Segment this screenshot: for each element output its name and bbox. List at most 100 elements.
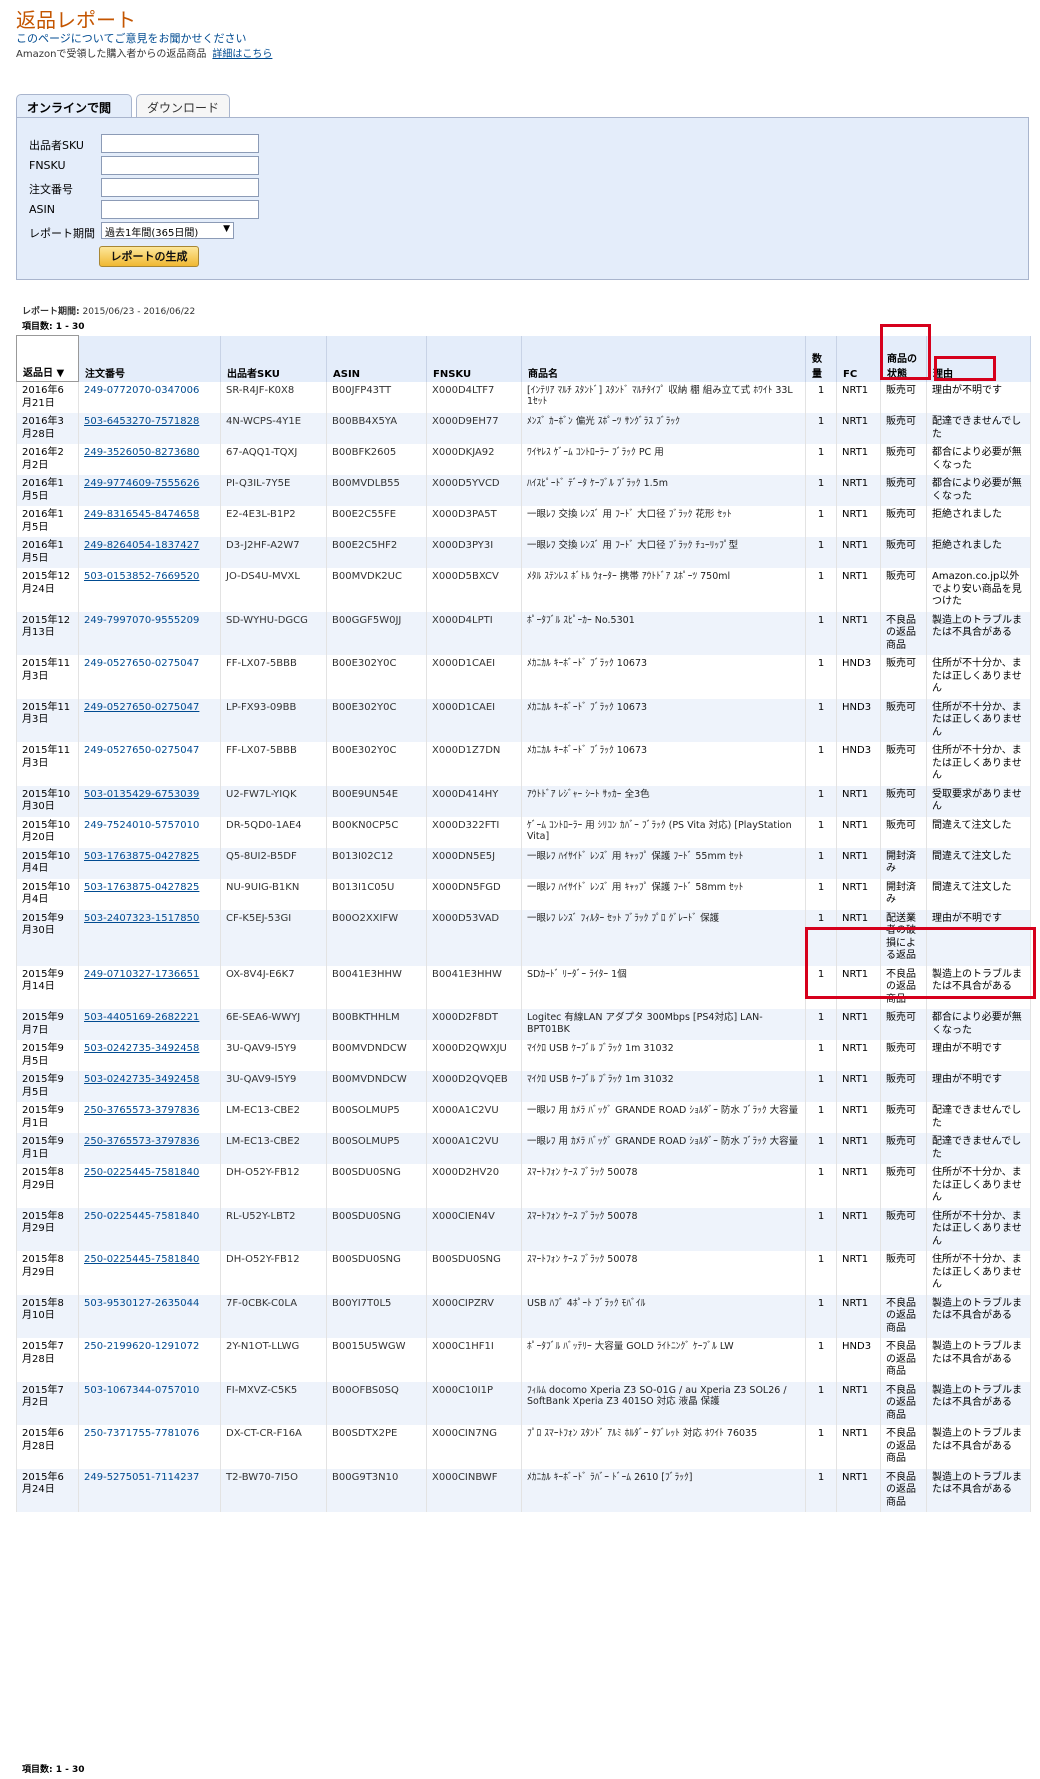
cell-condition: 不良品の返品商品 bbox=[880, 1381, 927, 1425]
cell-condition: 販売可 bbox=[880, 1207, 927, 1251]
cell-quantity: 1 bbox=[805, 1338, 837, 1382]
cell-order-id[interactable]: 503-0135429-6753039 bbox=[78, 785, 221, 817]
cell-asin: B00BFK2605 bbox=[326, 444, 427, 475]
cell-reason: 住所が不十分か、または正しくありません bbox=[926, 698, 1031, 742]
cell-seller-sku: 4N-WCPS-4Y1E bbox=[220, 413, 327, 444]
col-header-condition[interactable]: 商品の状態 bbox=[880, 335, 927, 382]
cell-fnsku: X000D2F8DT bbox=[426, 1009, 522, 1040]
cell-order-id[interactable]: 250-7371755-7781076 bbox=[78, 1425, 221, 1469]
cell-order-id[interactable]: 503-0153852-7669520 bbox=[78, 568, 221, 612]
cell-order-id[interactable]: 249-0527650-0275047 bbox=[78, 698, 221, 742]
cell-order-id[interactable]: 249-7524010-5757010 bbox=[78, 816, 221, 848]
fnsku-input[interactable] bbox=[101, 156, 259, 175]
cell-fnsku: X000D5BXCV bbox=[426, 568, 522, 612]
cell-order-id[interactable]: 503-1763875-0427825 bbox=[78, 878, 221, 910]
cell-return-date: 2015年8月29日 bbox=[16, 1251, 79, 1295]
cell-order-id[interactable]: 249-0772070-0347006 bbox=[78, 381, 221, 413]
col-header-seller-sku[interactable]: 出品者SKU bbox=[220, 335, 327, 382]
table-row: 2016年2月2日 249-3526050-8273680 67-AQQ1-TQXJ… bbox=[16, 444, 1031, 475]
cell-order-id[interactable]: 250-3765573-3797836 bbox=[78, 1133, 221, 1164]
cell-order-id[interactable]: 503-6453270-7571828 bbox=[78, 413, 221, 444]
report-period-select[interactable]: 過去1年間(365日間) ▼ bbox=[101, 222, 234, 239]
cell-order-id[interactable]: 249-5275051-7114237 bbox=[78, 1468, 221, 1512]
cell-product-name: SDｶｰﾄﾞ ﾘｰﾀﾞｰ ﾗｲﾀｰ 1個 bbox=[521, 965, 806, 1009]
cell-order-id[interactable]: 503-1763875-0427825 bbox=[78, 847, 221, 879]
cell-reason: 製造上のトラブルまたは不具合がある bbox=[926, 1294, 1031, 1338]
cell-order-id[interactable]: 250-0225445-7581840 bbox=[78, 1207, 221, 1251]
cell-order-id[interactable]: 249-9774609-7555626 bbox=[78, 475, 221, 506]
cell-product-name: 一眼ﾚﾌ 用 ｶﾒﾗ ﾊﾞｯｸﾞ GRANDE ROAD ｼｮﾙﾀﾞｰ 防水 ﾌ… bbox=[521, 1133, 806, 1164]
col-header-fc[interactable]: FC bbox=[836, 335, 881, 382]
table-row: 2015年9月1日 250-3765573-3797836 LM-EC13-CBE2… bbox=[16, 1133, 1031, 1164]
col-header-quantity[interactable]: 数量 bbox=[805, 335, 837, 382]
cell-condition: 販売可 bbox=[880, 506, 927, 537]
table-row: 2015年11月3日 249-0527650-0275047 FF-LX07-5BB… bbox=[16, 742, 1031, 786]
cell-asin: B00O2XXIFW bbox=[326, 909, 427, 966]
cell-seller-sku: 3U-QAV9-I5Y9 bbox=[220, 1040, 327, 1071]
cell-order-id[interactable]: 503-0242735-3492458 bbox=[78, 1040, 221, 1071]
col-header-reason[interactable]: 理由 bbox=[926, 335, 1031, 382]
cell-asin: B00SDU0SNG bbox=[326, 1164, 427, 1208]
cell-reason: 理由が不明です bbox=[926, 909, 1031, 966]
cell-order-id[interactable]: 250-0225445-7581840 bbox=[78, 1164, 221, 1208]
cell-asin: B013I1C05U bbox=[326, 878, 427, 910]
cell-condition: 不良品の返品商品 bbox=[880, 1468, 927, 1512]
cell-quantity: 1 bbox=[805, 698, 837, 742]
col-header-product-name[interactable]: 商品名 bbox=[521, 335, 806, 382]
cell-order-id[interactable]: 250-2199620-1291072 bbox=[78, 1338, 221, 1382]
table-row: 2015年7月2日 503-1067344-0757010 FI-MXVZ-C5K5… bbox=[16, 1381, 1031, 1425]
cell-return-date: 2015年8月29日 bbox=[16, 1164, 79, 1208]
col-header-fnsku[interactable]: FNSKU bbox=[426, 335, 522, 382]
cell-order-id[interactable]: 250-3765573-3797836 bbox=[78, 1102, 221, 1133]
table-row: 2015年10月4日 503-1763875-0427825 Q5-8UI2-B5D… bbox=[16, 847, 1031, 879]
report-period-info-label: レポート期間: bbox=[22, 307, 80, 317]
cell-reason: Amazon.co.jp以外でより安い商品を見つけた bbox=[926, 568, 1031, 612]
cell-order-id[interactable]: 249-3526050-8273680 bbox=[78, 444, 221, 475]
col-header-order-id[interactable]: 注文番号 bbox=[78, 335, 221, 382]
cell-seller-sku: RL-U52Y-LBT2 bbox=[220, 1207, 327, 1251]
cell-reason: 拒絶されました bbox=[926, 506, 1031, 537]
cell-fnsku: X000A1C2VU bbox=[426, 1133, 522, 1164]
tab-download[interactable]: ダウンロード bbox=[136, 94, 230, 118]
cell-return-date: 2015年7月28日 bbox=[16, 1338, 79, 1382]
cell-asin: B00SOLMUP5 bbox=[326, 1133, 427, 1164]
cell-order-id[interactable]: 249-8264054-1837427 bbox=[78, 537, 221, 568]
cell-order-id[interactable]: 503-1067344-0757010 bbox=[78, 1381, 221, 1425]
cell-quantity: 1 bbox=[805, 909, 837, 966]
cell-quantity: 1 bbox=[805, 847, 837, 879]
cell-fc: HND3 bbox=[836, 742, 881, 786]
feedback-link[interactable]: このページについてご意見をお聞かせください bbox=[16, 30, 246, 46]
table-row: 2015年10月4日 503-1763875-0427825 NU-9UIG-B1K… bbox=[16, 878, 1031, 910]
table-row: 2015年9月5日 503-0242735-3492458 3U-QAV9-I5Y9… bbox=[16, 1040, 1031, 1071]
cell-order-id[interactable]: 250-0225445-7581840 bbox=[78, 1251, 221, 1295]
cell-reason: 間違えて注文した bbox=[926, 878, 1031, 910]
col-header-return-date[interactable]: 返品日 ▼ bbox=[16, 335, 79, 382]
table-row: 2015年8月29日 250-0225445-7581840 DH-O52Y-FB1… bbox=[16, 1251, 1031, 1295]
cell-fc: NRT1 bbox=[836, 1164, 881, 1208]
col-header-asin[interactable]: ASIN bbox=[326, 335, 427, 382]
cell-order-id[interactable]: 249-7997070-9555209 bbox=[78, 611, 221, 655]
cell-asin: B013I02C12 bbox=[326, 847, 427, 879]
seller-sku-input[interactable] bbox=[101, 134, 259, 153]
order-id-input[interactable] bbox=[101, 178, 259, 197]
asin-input[interactable] bbox=[101, 200, 259, 219]
description-text: Amazonで受領した購入者からの返品商品 bbox=[16, 49, 207, 60]
generate-report-button[interactable]: レポートの生成 bbox=[99, 246, 199, 267]
cell-fnsku: B0041E3HHW bbox=[426, 965, 522, 1009]
cell-order-id[interactable]: 503-9530127-2635044 bbox=[78, 1294, 221, 1338]
cell-return-date: 2015年9月5日 bbox=[16, 1040, 79, 1071]
cell-fc: NRT1 bbox=[836, 444, 881, 475]
cell-order-id[interactable]: 249-0527650-0275047 bbox=[78, 742, 221, 786]
cell-order-id[interactable]: 503-4405169-2682221 bbox=[78, 1009, 221, 1040]
cell-return-date: 2015年12月24日 bbox=[16, 568, 79, 612]
cell-order-id[interactable]: 503-0242735-3492458 bbox=[78, 1071, 221, 1102]
cell-order-id[interactable]: 249-0710327-1736651 bbox=[78, 965, 221, 1009]
cell-order-id[interactable]: 503-2407323-1517850 bbox=[78, 909, 221, 966]
tab-online-view[interactable]: オンラインで閲覧 bbox=[16, 94, 132, 132]
cell-quantity: 1 bbox=[805, 816, 837, 848]
cell-order-id[interactable]: 249-8316545-8474658 bbox=[78, 506, 221, 537]
details-link[interactable]: 詳細はこちら bbox=[212, 49, 272, 60]
cell-quantity: 1 bbox=[805, 537, 837, 568]
table-row: 2016年1月5日 249-8264054-1837427 D3-J2HF-A2W7… bbox=[16, 537, 1031, 568]
cell-order-id[interactable]: 249-0527650-0275047 bbox=[78, 655, 221, 699]
